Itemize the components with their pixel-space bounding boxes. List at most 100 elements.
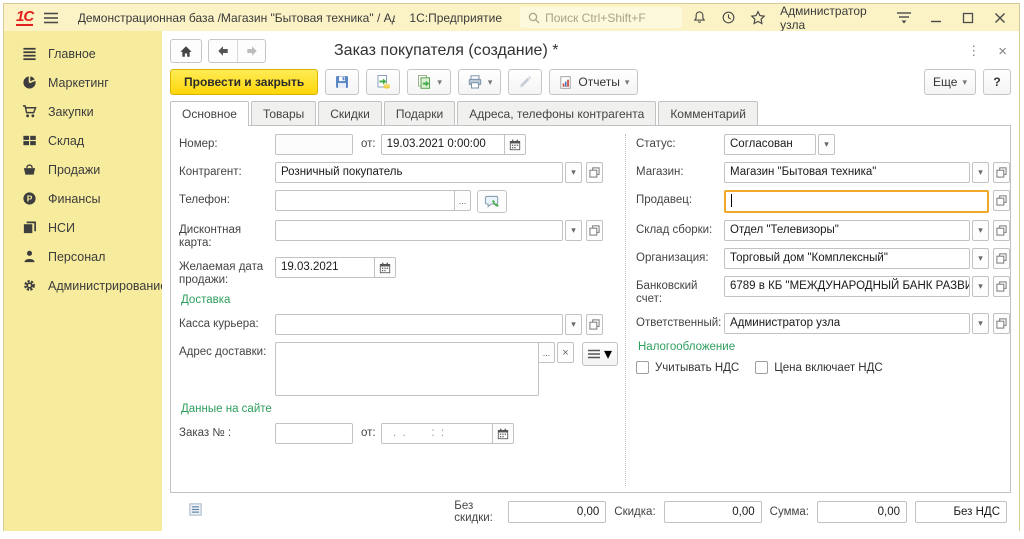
sidebar-item-purchases[interactable]: Закупки: [4, 97, 162, 126]
no-discount-total[interactable]: 0,00: [508, 501, 606, 523]
assembly-warehouse-label: Склад сборки:: [636, 220, 724, 237]
chevron-down-icon: ▾: [962, 77, 967, 88]
form-close-icon[interactable]: ×: [998, 43, 1007, 60]
open-button[interactable]: [993, 248, 1010, 269]
delivery-section-header: Доставка: [181, 294, 625, 306]
reports-button[interactable]: Отчеты ▾: [549, 69, 638, 95]
bank-account-input[interactable]: 6789 в КБ "МЕЖДУНАРОДНЫЙ БАНК РАЗВИТИЯ: [724, 276, 970, 297]
tab-comment[interactable]: Комментарий: [658, 101, 758, 125]
hamburger-menu-icon[interactable]: [43, 9, 60, 27]
price-includes-vat-checkbox[interactable]: Цена включает НДС: [755, 361, 882, 374]
open-button[interactable]: [586, 220, 603, 241]
open-button[interactable]: [586, 162, 603, 183]
open-button[interactable]: [993, 276, 1010, 297]
responsible-input[interactable]: Администратор узла: [724, 313, 970, 334]
tab-goods[interactable]: Товары: [251, 101, 316, 125]
site-order-input[interactable]: [275, 423, 353, 444]
bell-icon[interactable]: [692, 9, 707, 27]
more-button[interactable]: Еще ▾: [924, 69, 976, 95]
discount-total[interactable]: 0,00: [664, 501, 762, 523]
global-search-input[interactable]: Поиск Ctrl+Shift+F: [520, 7, 682, 28]
view-settings-icon[interactable]: [895, 9, 913, 27]
calendar-button[interactable]: [504, 134, 526, 155]
discount-card-input[interactable]: [275, 220, 563, 241]
dropdown-button[interactable]: ▾: [565, 314, 582, 335]
dropdown-button[interactable]: ▾: [565, 220, 582, 241]
open-button[interactable]: [586, 314, 603, 335]
dropdown-button[interactable]: ▾: [972, 220, 989, 241]
delivery-address-textarea[interactable]: [275, 342, 539, 396]
number-input[interactable]: [275, 134, 353, 155]
close-icon[interactable]: [991, 9, 1009, 27]
sidebar-item-marketing[interactable]: Маркетинг: [4, 68, 162, 97]
seller-input[interactable]: [724, 190, 989, 213]
document-date-input[interactable]: 19.03.2021 0:00:00: [381, 134, 505, 155]
tab-main[interactable]: Основное: [170, 101, 249, 126]
open-button[interactable]: [993, 190, 1010, 211]
organization-input[interactable]: Торговый дом "Комплексный": [724, 248, 970, 269]
ellipsis-button[interactable]: ...: [538, 342, 555, 363]
open-button[interactable]: [993, 220, 1010, 241]
organization-row: Организация: Торговый дом "Комплексный" …: [636, 248, 1010, 269]
desired-date-input[interactable]: 19.03.2021: [275, 257, 375, 278]
site-order-date-prefix: от:: [353, 423, 381, 439]
post-and-close-button[interactable]: Провести и закрыть: [170, 69, 318, 95]
chevron-down-icon: ▾: [978, 167, 983, 178]
clear-button[interactable]: ×: [557, 342, 574, 363]
vat-mode-field[interactable]: Без НДС: [915, 501, 1007, 523]
sidebar-item-sales[interactable]: Продажи: [4, 155, 162, 184]
tab-gifts[interactable]: Подарки: [384, 101, 455, 125]
dropdown-button[interactable]: ▾: [972, 276, 989, 297]
counterparty-input[interactable]: Розничный покупатель: [275, 162, 563, 183]
tab-addresses[interactable]: Адреса, телефоны контрагента: [457, 101, 656, 125]
sidebar-item-personnel[interactable]: Персонал: [4, 242, 162, 271]
star-icon[interactable]: [750, 9, 766, 27]
open-button[interactable]: [993, 162, 1010, 183]
sidebar-item-administration[interactable]: Администрирование: [4, 271, 162, 300]
tab-discounts[interactable]: Скидки: [318, 101, 382, 125]
dropdown-button[interactable]: ▾: [972, 313, 989, 334]
sum-total[interactable]: 0,00: [817, 501, 907, 523]
post-document-button[interactable]: [366, 69, 400, 95]
create-based-on-button[interactable]: ▾: [407, 69, 451, 95]
calendar-button[interactable]: [492, 423, 514, 444]
maximize-icon[interactable]: [959, 9, 977, 27]
date-placeholder: . . : :: [387, 427, 445, 439]
toolbar-right: Еще ▾ ?: [924, 69, 1011, 95]
site-order-row: Заказ № : от: . . : :: [179, 423, 625, 444]
site-order-date-input[interactable]: . . : :: [381, 423, 493, 444]
list-icon[interactable]: [188, 502, 203, 522]
assembly-warehouse-input[interactable]: Отдел "Телевизоры": [724, 220, 970, 241]
courier-cash-input[interactable]: [275, 314, 563, 335]
sidebar-item-main[interactable]: Главное: [4, 39, 162, 68]
dropdown-button[interactable]: ▾: [972, 248, 989, 269]
sidebar-item-nsi[interactable]: НСИ: [4, 213, 162, 242]
phone-input[interactable]: [275, 190, 455, 211]
dropdown-button[interactable]: ▾: [972, 162, 989, 183]
store-input[interactable]: Магазин "Бытовая техника": [724, 162, 970, 183]
kebab-menu-icon[interactable]: ⋮: [967, 43, 980, 59]
sidebar-item-warehouse[interactable]: Склад: [4, 126, 162, 155]
print-icon: [467, 74, 483, 90]
history-icon[interactable]: [721, 9, 736, 27]
home-button[interactable]: [170, 39, 202, 63]
help-button[interactable]: ?: [983, 69, 1011, 95]
print-button[interactable]: ▾: [458, 69, 502, 95]
chevron-down-icon: ▾: [488, 77, 493, 88]
forward-button[interactable]: [237, 40, 265, 62]
minimize-icon[interactable]: [927, 9, 945, 27]
back-button[interactable]: [209, 40, 237, 62]
vat-checkbox[interactable]: Учитывать НДС: [636, 361, 739, 374]
calendar-button[interactable]: [374, 257, 396, 278]
save-button[interactable]: [325, 69, 359, 95]
dropdown-button[interactable]: ▾: [818, 134, 835, 155]
sidebar-item-finance[interactable]: Р Финансы: [4, 184, 162, 213]
status-select[interactable]: Согласован: [724, 134, 816, 155]
ellipsis-button[interactable]: ...: [454, 190, 471, 211]
dropdown-button[interactable]: ▾: [565, 162, 582, 183]
open-button[interactable]: [993, 313, 1010, 334]
address-menu-button[interactable]: ▾: [582, 342, 618, 366]
current-user[interactable]: Администратор узла: [780, 4, 875, 32]
left-column: Номер: от: 19.03.2021 0:00:00 Контрагент…: [179, 134, 625, 492]
sms-button[interactable]: [477, 190, 507, 213]
